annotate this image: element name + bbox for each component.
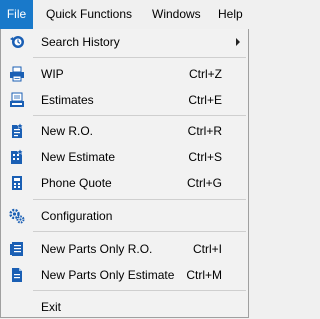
menu-separator [33, 231, 246, 232]
menu-item-shortcut: Ctrl+S [188, 150, 222, 164]
menu-item-label: Exit [41, 300, 62, 314]
menu-item-label: Search History [41, 35, 120, 49]
menu-file[interactable]: File [0, 0, 33, 29]
menu-help[interactable]: Help [218, 0, 243, 29]
menu-item-shortcut: Ctrl+G [186, 176, 222, 190]
menu-separator [33, 290, 246, 291]
gears-icon [9, 208, 25, 224]
menu-windows[interactable]: Windows [152, 0, 201, 29]
file-dropdown-menu: Search History WIP Ctrl+Z Estimates Ctrl… [0, 29, 249, 318]
menu-item-label: Configuration [41, 209, 113, 223]
menu-item-new-ro[interactable]: New R.O. Ctrl+R [1, 119, 248, 143]
menu-separator [33, 199, 246, 200]
menu-item-configuration[interactable]: Configuration [1, 204, 248, 228]
menu-item-new-estimate[interactable]: New Estimate Ctrl+S [1, 145, 248, 169]
menu-quick-functions[interactable]: Quick Functions [46, 0, 132, 29]
menu-item-search-history[interactable]: Search History [1, 30, 248, 54]
menu-item-new-parts-estimate[interactable]: New Parts Only Estimate Ctrl+M [1, 263, 248, 287]
menu-item-shortcut: Ctrl+Z [189, 67, 222, 81]
menu-item-wip[interactable]: WIP Ctrl+Z [1, 62, 248, 86]
menu-item-shortcut: Ctrl+I [192, 242, 222, 256]
menu-item-shortcut: Ctrl+R [187, 124, 222, 138]
menu-separator [33, 57, 246, 58]
menu-item-estimates[interactable]: Estimates Ctrl+E [1, 88, 248, 112]
menu-separator [33, 115, 246, 116]
menu-item-shortcut: Ctrl+M [186, 268, 222, 282]
menu-item-shortcut: Ctrl+E [188, 93, 222, 107]
menu-item-new-parts-ro[interactable]: New Parts Only R.O. Ctrl+I [1, 237, 248, 261]
history-icon [9, 34, 25, 50]
submenu-arrow-icon [236, 38, 240, 46]
menu-bar: File Quick Functions Windows Help [0, 0, 249, 30]
menu-item-phone-quote[interactable]: Phone Quote Ctrl+G [1, 171, 248, 195]
menu-item-exit[interactable]: Exit [1, 295, 248, 319]
